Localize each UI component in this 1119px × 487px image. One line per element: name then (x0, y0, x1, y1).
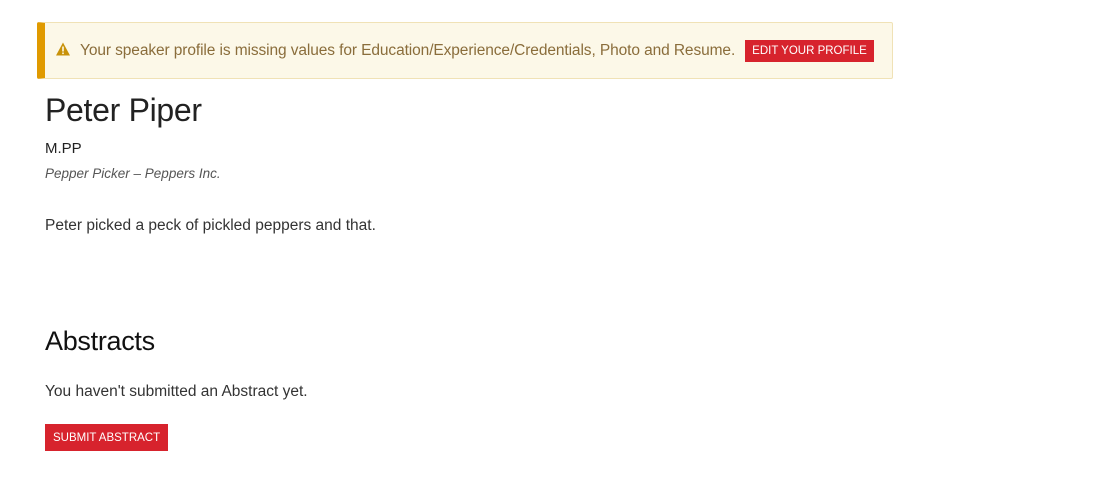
speaker-credentials: M.PP (45, 140, 82, 157)
speaker-bio: Peter picked a peck of pickled peppers a… (45, 217, 376, 234)
submit-abstract-button[interactable]: SUBMIT ABSTRACT (45, 424, 169, 451)
speaker-name: Peter Piper (45, 92, 202, 128)
alert-message: Your speaker profile is missing values f… (80, 41, 736, 59)
abstracts-heading: Abstracts (45, 326, 155, 356)
abstracts-empty-text: You haven't submitted an Abstract yet. (45, 383, 308, 400)
edit-profile-button[interactable]: EDIT YOUR PROFILE (745, 39, 874, 62)
speaker-position: Pepper Picker – Peppers Inc. (45, 166, 221, 181)
profile-incomplete-alert: Your speaker profile is missing values f… (37, 22, 893, 79)
warning-icon (55, 41, 71, 57)
speaker-profile-page: Your speaker profile is missing values f… (0, 0, 1119, 487)
